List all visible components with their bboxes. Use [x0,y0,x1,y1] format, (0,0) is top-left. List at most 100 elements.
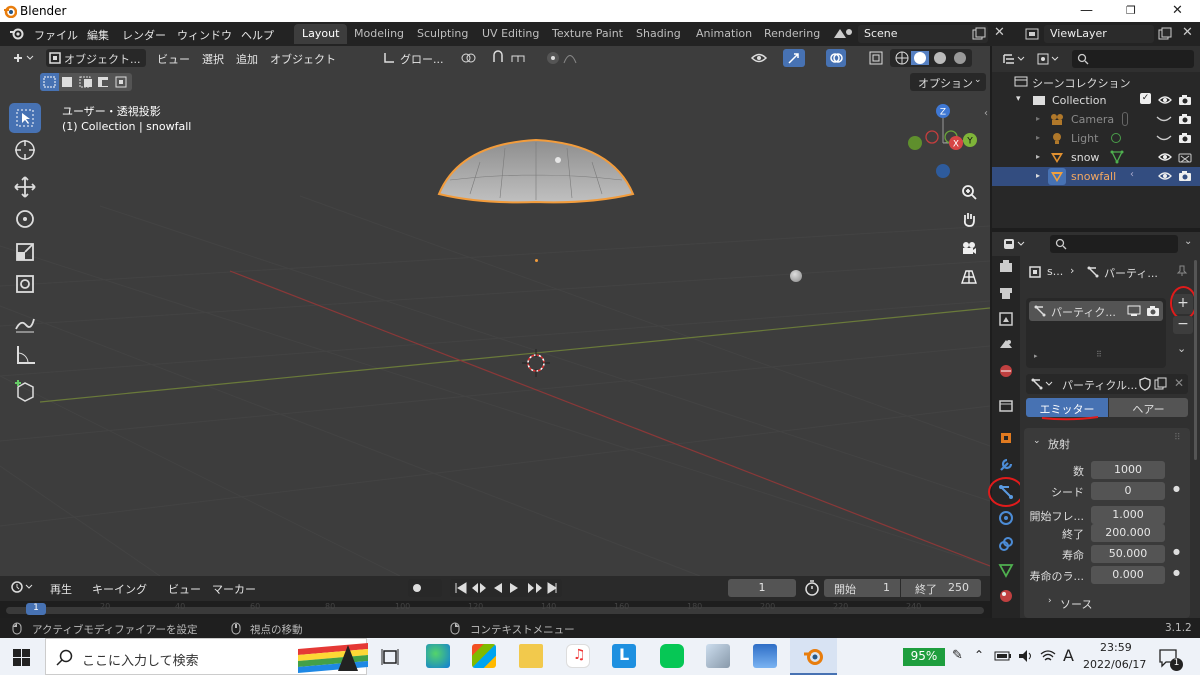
camera-render-icon[interactable] [1178,113,1192,125]
tool-annotate[interactable] [9,308,41,338]
tab-sculpting[interactable]: Sculpting [409,24,476,44]
world-tab-icon[interactable] [997,362,1015,380]
object-tab-icon[interactable] [997,429,1015,447]
panel-collapse-icon[interactable]: ⌄ [1033,436,1041,446]
overlay-toggle-button[interactable] [826,49,846,67]
pin-icon[interactable] [1176,265,1188,277]
menu-help[interactable]: ヘルプ [241,27,274,43]
frame-end-field[interactable]: 200.000 [1091,524,1165,542]
particle-settings-icon[interactable] [1030,377,1056,391]
delete-scene-icon[interactable]: ✕ [994,25,1005,40]
outliner-snow-row[interactable]: ▸ snow [992,148,1200,167]
task-view-icon[interactable] [381,648,399,666]
view-layer-tab-icon[interactable] [997,336,1015,354]
menu-window[interactable]: ウィンドウ [177,27,232,43]
pivot-point-icon[interactable] [460,50,486,66]
clock-time[interactable]: 23:59 [1100,641,1132,654]
outliner-light-row[interactable]: ▸ Light [992,129,1200,148]
taskbar-search-box[interactable]: ここに入力して検索 [45,638,368,675]
timeline-editor-icon[interactable] [10,580,36,594]
speaker-icon[interactable] [1018,649,1034,663]
camera-render-icon[interactable] [1178,132,1192,144]
snap-icon[interactable] [490,50,540,66]
battery-indicator[interactable]: 95% [903,648,945,666]
end-frame-field[interactable]: 終了 250 [901,579,981,597]
stopwatch-icon[interactable] [804,580,820,596]
menu-keying[interactable]: キーイング [92,581,147,597]
collection-tab-icon[interactable] [997,397,1015,415]
pan-button[interactable] [956,206,982,232]
photos-icon[interactable] [753,644,777,668]
proportional-edit-icon[interactable] [544,50,590,66]
outliner-camera-row[interactable]: ▸ Camera [992,110,1200,129]
ime-indicator[interactable]: A [1063,646,1074,665]
taskbar-blender-active[interactable] [790,638,837,675]
scene-icon[interactable] [832,26,856,42]
outliner-search-input[interactable] [1072,50,1194,68]
shading-modes[interactable] [890,49,972,67]
list-resize-grip-icon[interactable]: ⠿ [1096,350,1102,359]
playhead[interactable]: 1 [26,603,46,615]
itunes-icon[interactable]: ♫ [566,644,590,668]
tool-measure[interactable] [9,340,41,370]
fake-user-shield-icon[interactable] [1138,377,1152,391]
windows-start-icon[interactable] [13,649,31,667]
tab-animation[interactable]: Animation [688,24,760,44]
output-tab-icon[interactable] [997,310,1015,328]
eye-icon[interactable] [1158,94,1172,106]
clock-date[interactable]: 2022/06/17 [1083,658,1146,671]
lifetime-random-field[interactable]: 0.000 [1091,566,1165,584]
ortho-toggle-button[interactable] [956,264,982,290]
eye-icon[interactable] [1158,151,1172,163]
snow-sphere-object[interactable] [790,270,802,282]
menu-add[interactable]: 追加 [236,51,258,67]
menu-timeline-view[interactable]: ビュー [168,581,201,597]
tool-scale[interactable] [9,237,41,267]
selection-mode-buttons[interactable] [40,73,132,91]
keyframe-dot-icon[interactable]: ● [1173,568,1180,577]
menu-edit[interactable]: 編集 [87,27,109,43]
camera-render-icon[interactable] [1178,94,1192,106]
chevron-up-icon[interactable]: ⌃ [974,648,984,662]
viewport-display-icon[interactable] [1127,305,1141,317]
outliner-scene-collection[interactable]: シーンコレクション [992,72,1200,91]
eye-icon[interactable] [1158,170,1172,182]
file-explorer-icon[interactable] [519,644,543,668]
blender-menu-icon[interactable] [9,27,25,41]
physics-tab-icon[interactable] [997,509,1015,527]
options-dropdown[interactable]: オプション ⌄ [910,73,986,91]
wifi-icon[interactable] [1040,649,1056,663]
snowfall-dome-object[interactable] [430,134,642,204]
display-mode-icon[interactable] [1036,52,1062,66]
minimize-button[interactable]: — [1080,3,1093,18]
panel-drag-handle-icon[interactable]: ⠿ [1174,433,1181,443]
remove-particle-system-button[interactable]: − [1173,316,1193,334]
subpanel-expand-icon[interactable]: › [1048,596,1052,606]
menu-view[interactable]: ビュー [157,51,190,67]
editor-type-icon[interactable] [12,51,36,65]
start-frame-field[interactable]: 開始 1 [824,579,900,597]
tab-layout[interactable]: Layout [294,24,348,44]
new-scene-icon[interactable] [972,27,986,41]
tab-shading[interactable]: Shading [628,24,689,44]
camera-render-disabled-icon[interactable] [1178,151,1192,163]
delete-view-layer-icon[interactable]: ✕ [1182,25,1193,40]
camera-render-icon[interactable] [1146,305,1160,317]
duplicate-icon[interactable] [1154,377,1168,391]
timeline-ruler[interactable]: 1 20 40 60 80 100 120 140 160 180 200 22… [0,601,990,618]
particle-system-list[interactable]: パーティク... ▸ ⠿ [1026,298,1166,368]
material-tab-icon[interactable] [997,587,1015,605]
keyframe-dot-icon[interactable]: ● [1173,547,1180,556]
visibility-icon[interactable] [750,50,780,66]
unlink-icon[interactable]: ✕ [1174,376,1184,390]
menu-object[interactable]: オブジェクト [270,51,336,67]
data-tab-icon[interactable] [997,561,1015,579]
auto-key-button[interactable] [408,579,442,597]
specials-menu-icon[interactable]: ⌄ [1177,342,1186,355]
microsoft-store-icon[interactable] [472,644,496,668]
scene-selector[interactable]: Scene [858,25,988,43]
outliner-editor-icon[interactable] [1002,52,1028,66]
hair-type-button[interactable]: ヘアー [1109,398,1188,417]
tool-rotate[interactable] [9,204,41,234]
collection-exclude-checkbox[interactable]: ✓ [1140,93,1151,104]
